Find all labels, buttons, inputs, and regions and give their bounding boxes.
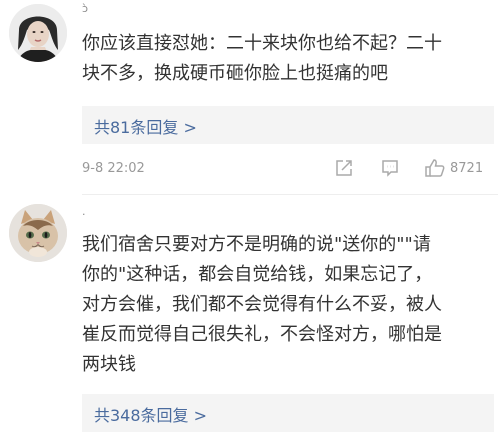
comment-text-line: 你的"这种话，都会自觉给钱，如果忘记了，: [82, 264, 433, 285]
timestamp: 9-8 22:02: [82, 161, 145, 176]
comment-text-line: 我们宿舍只要对方不是明确的说"送你的""请: [82, 234, 431, 255]
like-button[interactable]: 8721: [424, 158, 483, 178]
comment-icon: [382, 160, 398, 177]
divider: [82, 194, 498, 195]
replies-label: 共348条回复 >: [94, 406, 208, 425]
avatar-cat[interactable]: [9, 204, 67, 262]
share-button[interactable]: [334, 158, 354, 178]
replies-link[interactable]: 共348条回复 >: [82, 394, 494, 432]
comment-text-line: 你应该直接怼她：二十来块你也给不起？二十: [82, 33, 442, 54]
comment-text-line: 两块钱: [82, 354, 136, 375]
comment-text-line: 块不多，换成硬币砸你脸上也挺痛的吧: [82, 63, 388, 84]
comment-text-line: 对方会催，我们都不会觉得有什么不妥，被人: [82, 294, 442, 315]
comment-text: 我们宿舍只要对方不是明确的说"送你的""请 你的"这种话，都会自觉给钱，如果忘记…: [82, 230, 494, 380]
username[interactable]: ·: [82, 208, 86, 221]
comment-text-line: 崔反而觉得自己很失礼，不会怪对方，哪怕是: [82, 324, 442, 345]
replies-label: 共81条回复 >: [94, 118, 197, 137]
username[interactable]: ɔ̀: [82, 2, 88, 15]
comment-button[interactable]: [380, 158, 400, 178]
avatar-woman[interactable]: [9, 4, 67, 62]
like-count: 8721: [450, 160, 484, 176]
replies-link[interactable]: 共81条回复 >: [82, 106, 494, 144]
like-icon: [425, 159, 445, 177]
share-icon: [336, 160, 352, 176]
comment-text: 你应该直接怼她：二十来块你也给不起？二十 块不多，换成硬币砸你脸上也挺痛的吧: [82, 29, 494, 89]
